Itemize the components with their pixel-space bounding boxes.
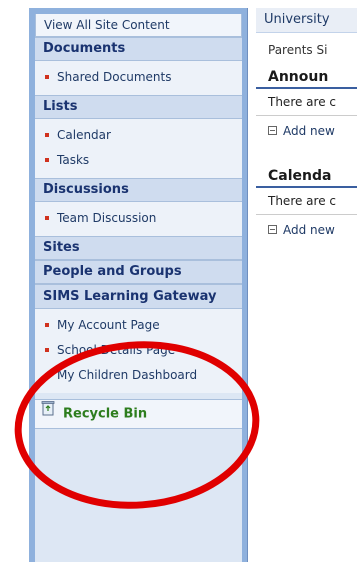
add-new-icon <box>268 126 277 135</box>
nav-heading-documents[interactable]: Documents <box>35 37 242 61</box>
square-bullet-icon <box>45 322 49 327</box>
page-title: Parents Si <box>268 43 328 57</box>
empty-list-message: There are c <box>256 188 357 215</box>
nav-list-documents: Shared Documents <box>35 61 242 95</box>
add-new-link[interactable]: Add new <box>256 116 357 138</box>
web-part-title[interactable]: Calenda <box>256 164 357 188</box>
nav-heading-lists[interactable]: Lists <box>35 95 242 119</box>
nav-heading-sims-learning-gateway[interactable]: SIMS Learning Gateway <box>35 284 242 309</box>
square-bullet-icon <box>45 74 49 79</box>
view-all-site-content-link[interactable]: View All Site Content <box>35 14 242 37</box>
nav-item-label: Calendar <box>57 128 111 142</box>
recycle-bin-label: Recycle Bin <box>63 406 148 422</box>
nav-item-school-details-page[interactable]: School Details Page <box>35 338 242 363</box>
square-bullet-icon <box>45 132 49 137</box>
square-bullet-icon <box>45 347 49 352</box>
add-new-label: Add new <box>283 223 335 237</box>
empty-list-message: There are c <box>256 89 357 116</box>
nav-item-tasks[interactable]: Tasks <box>35 148 242 173</box>
main-content: University Parents Si Announ There are c… <box>256 8 357 562</box>
nav-item-label: My Account Page <box>57 318 160 332</box>
nav-item-label: Shared Documents <box>57 70 172 84</box>
nav-item-label: My Children Dashboard <box>57 368 198 382</box>
nav-list-lists: Calendar Tasks <box>35 119 242 178</box>
nav-item-my-account-page[interactable]: My Account Page <box>35 313 242 338</box>
add-new-icon <box>268 225 277 234</box>
nav-item-shared-documents[interactable]: Shared Documents <box>35 65 242 90</box>
left-navigation-frame: View All Site Content Documents Shared D… <box>29 8 248 562</box>
nav-heading-sites[interactable]: Sites <box>35 236 242 260</box>
nav-heading-people-and-groups[interactable]: People and Groups <box>35 260 242 284</box>
nav-list-sims-learning-gateway: My Account Page School Details Page My C… <box>35 309 242 393</box>
nav-item-calendar[interactable]: Calendar <box>35 123 242 148</box>
web-part-calendar: Calenda There are c Add new <box>256 164 357 237</box>
square-bullet-icon <box>45 215 49 220</box>
add-new-label: Add new <box>283 124 335 138</box>
nav-heading-discussions[interactable]: Discussions <box>35 178 242 202</box>
nav-item-my-children-dashboard[interactable]: My Children Dashboard <box>35 363 242 388</box>
nav-item-team-discussion[interactable]: Team Discussion <box>35 206 242 231</box>
nav-item-label: Team Discussion <box>57 211 157 225</box>
nav-item-label: School Details Page <box>57 343 176 357</box>
web-part-announcements: Announ There are c Add new <box>256 65 357 138</box>
breadcrumb: University <box>256 8 357 33</box>
nav-list-discussions: Team Discussion <box>35 202 242 236</box>
recycle-bin-icon <box>41 399 55 427</box>
square-bullet-icon <box>45 372 49 377</box>
web-part-title[interactable]: Announ <box>256 65 357 89</box>
add-new-link[interactable]: Add new <box>256 215 357 237</box>
recycle-bin-link[interactable]: Recycle Bin <box>35 399 242 429</box>
quick-launch: View All Site Content Documents Shared D… <box>35 14 242 562</box>
breadcrumb-link[interactable]: University <box>264 12 330 27</box>
square-bullet-icon <box>45 157 49 162</box>
nav-item-label: Tasks <box>57 153 90 167</box>
